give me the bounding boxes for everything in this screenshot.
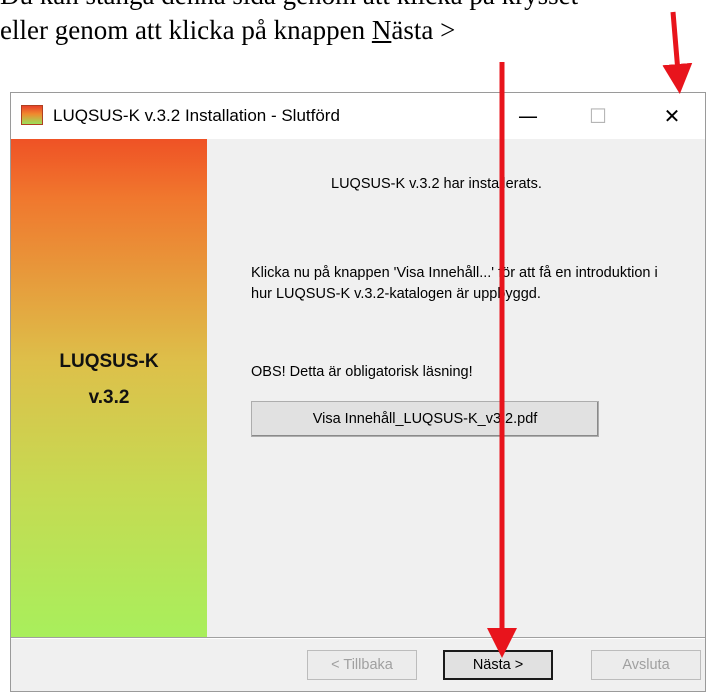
instruction-text: Du kan stänga denna sida genom att klick… <box>0 0 706 48</box>
instruction-underlined-letter: N <box>371 15 392 45</box>
sidebar-banner: LUQSUS-K v.3.2 <box>11 139 207 637</box>
back-button[interactable]: < Tillbaka <box>307 650 417 680</box>
sidebar-product-name: LUQSUS-K <box>59 351 159 372</box>
next-button[interactable]: Nästa > <box>443 650 553 680</box>
instruction-line-2-suffix: ästa > <box>391 15 456 45</box>
close-button[interactable]: ✕ <box>637 93 706 139</box>
sidebar-version: v.3.2 <box>88 387 130 408</box>
instruction-line-2-prefix: eller genom att klicka på knappen <box>0 15 372 45</box>
obs-notice: OBS! Detta är obligatorisk läsning! <box>251 364 473 380</box>
maximize-button[interactable]: ☐ <box>563 93 633 139</box>
instruction-line-2: eller genom att klicka på knappen Nästa … <box>0 13 706 48</box>
footer-separator-highlight <box>11 638 705 639</box>
minimize-button[interactable]: — <box>493 93 563 139</box>
instruction-paragraph: Klicka nu på knappen 'Visa Innehåll...' … <box>251 265 658 302</box>
window-title: LUQSUS-K v.3.2 Installation - Slutförd <box>53 106 340 125</box>
install-complete-heading: LUQSUS-K v.3.2 har installerats. <box>331 176 542 192</box>
installer-window: LUQSUS-K v.3.2 Installation - Slutförd —… <box>10 92 706 692</box>
show-contents-button[interactable]: Visa Innehåll_LUQSUS-K_v3.2.pdf <box>251 401 599 437</box>
app-icon <box>21 105 43 125</box>
content-panel: LUQSUS-K v.3.2 har installerats. Klicka … <box>207 139 705 637</box>
cancel-button[interactable]: Avsluta <box>591 650 701 680</box>
title-bar[interactable]: LUQSUS-K v.3.2 Installation - Slutförd —… <box>11 93 705 139</box>
instruction-line-1: Du kan stänga denna sida genom att klick… <box>0 0 706 13</box>
